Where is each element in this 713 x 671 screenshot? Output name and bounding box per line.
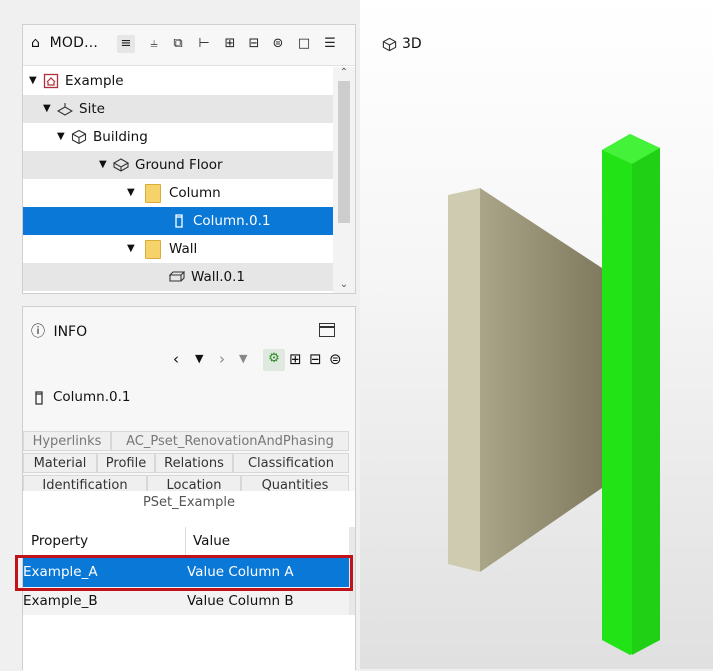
wall-side-face <box>448 188 480 572</box>
wall-icon <box>169 271 185 282</box>
project-icon <box>43 73 59 89</box>
scene <box>448 134 660 655</box>
folder-icon <box>145 240 161 259</box>
collapse-all-icon[interactable]: ⊟ <box>309 349 322 369</box>
expand-triangle-icon[interactable]: ▼ <box>127 179 135 207</box>
scroll-up-icon[interactable]: ⌃ <box>338 67 350 79</box>
panel-menu-icon[interactable]: ☰ <box>321 35 339 53</box>
tab-classification[interactable]: Classification <box>233 453 349 473</box>
hierarchy-icon[interactable]: ⊢ <box>195 35 213 53</box>
model-tree: ▼ Example ▼ Site ▼ Building ▼ Ground Flo… <box>23 67 333 293</box>
folder-icon <box>145 184 161 203</box>
pset-title: PSet_Example <box>142 495 236 510</box>
forward-dropdown-icon[interactable]: ▼ <box>239 349 247 369</box>
expand-all-icon[interactable]: ⊞ <box>289 349 302 369</box>
tree-item-column-folder[interactable]: ▼ Column <box>23 179 333 207</box>
tab-ac-pset-renovation[interactable]: AC_Pset_RenovationAndPhasing <box>111 431 349 451</box>
table-cell-property[interactable]: Example_B <box>23 587 98 615</box>
expand-triangle-icon[interactable]: ▼ <box>29 67 37 95</box>
table-row[interactable]: Example_B Value Column B <box>23 587 349 615</box>
property-table-area: PSet_Example Property Value Example_A Va… <box>15 491 355 671</box>
table-row[interactable]: Example_A Value Column A <box>23 557 349 587</box>
collapse-all-icon[interactable]: ⊟ <box>245 35 263 53</box>
table-cell-value[interactable]: Value Column B <box>187 587 294 615</box>
tab-profile[interactable]: Profile <box>97 453 155 473</box>
table-header-row: Property Value <box>23 527 349 556</box>
column-icon <box>35 391 43 405</box>
storey-icon <box>113 158 129 172</box>
maximize-icon[interactable]: □ <box>295 35 313 53</box>
expand-triangle-icon[interactable]: ▼ <box>57 123 65 151</box>
tree-item-column-0-1[interactable]: Column.0.1 <box>23 207 333 235</box>
expand-triangle-icon[interactable]: ▼ <box>43 95 51 123</box>
expand-triangle-icon[interactable]: ▼ <box>99 151 107 179</box>
tree-item-wall-folder[interactable]: ▼ Wall <box>23 235 333 263</box>
expand-all-icon[interactable]: ⊞ <box>221 35 239 53</box>
details-icon[interactable]: ⊜ <box>329 349 342 369</box>
forward-icon[interactable]: › <box>219 349 225 369</box>
model-panel-title: ⌂ MOD... <box>31 35 99 51</box>
tree-scrollbar[interactable]: ⌃ ⌄ <box>333 67 355 293</box>
column-header-value[interactable]: Value <box>193 527 230 555</box>
model-icon: ⌂ <box>31 35 41 51</box>
wall-front-face <box>480 188 602 572</box>
table-cell-property[interactable]: Example_A <box>23 558 98 586</box>
table-scrollbar[interactable] <box>349 527 355 615</box>
layers-icon[interactable]: ⧉ <box>169 35 187 53</box>
expand-triangle-icon[interactable]: ▼ <box>127 235 135 263</box>
site-icon <box>57 103 73 116</box>
link-selection-icon[interactable]: ⚙ <box>263 349 285 371</box>
details-icon[interactable]: ⊜ <box>269 35 287 53</box>
tree-item-example[interactable]: ▼ Example <box>23 67 333 95</box>
model-panel: ⌂ MOD... ≡ ⫨ ⧉ ⊢ ⊞ ⊟ ⊜ □ ☰ ▼ Example ▼ S… <box>22 24 356 294</box>
tree-item-ground-floor[interactable]: ▼ Ground Floor <box>23 151 333 179</box>
tab-hyperlinks[interactable]: Hyperlinks <box>23 431 111 451</box>
info-panel-title: ⓘ INFO <box>31 321 87 341</box>
model-panel-header: ⌂ MOD... ≡ ⫨ ⧉ ⊢ ⊞ ⊟ ⊜ □ ☰ <box>23 25 355 66</box>
tree-view-icon[interactable]: ≡ <box>117 35 135 53</box>
tree-item-wall-0-1[interactable]: Wall.0.1 <box>23 263 333 291</box>
building-icon <box>71 129 87 145</box>
table-cell-value[interactable]: Value Column A <box>187 558 294 586</box>
tree-item-site[interactable]: ▼ Site <box>23 95 333 123</box>
structure-icon[interactable]: ⫨ <box>145 35 163 53</box>
info-icon: ⓘ <box>31 324 45 340</box>
maximize-icon[interactable] <box>319 323 335 337</box>
3d-viewport[interactable]: 3D <box>360 0 713 669</box>
back-icon[interactable]: ‹ <box>173 349 179 369</box>
column-3d[interactable] <box>602 134 660 655</box>
column-header-property[interactable]: Property <box>31 527 88 555</box>
column-side-face <box>632 148 660 655</box>
scroll-down-icon[interactable]: ⌄ <box>338 279 350 291</box>
tab-relations[interactable]: Relations <box>155 453 233 473</box>
wall-3d[interactable] <box>448 188 602 572</box>
back-dropdown-icon[interactable]: ▼ <box>195 349 203 369</box>
column-icon <box>175 214 183 228</box>
info-panel: ⓘ INFO ‹ ▼ › ▼ ⚙ ⊞ ⊟ ⊜ Column.0.1 Hyperl… <box>15 306 356 671</box>
scrollbar-thumb[interactable] <box>338 81 350 223</box>
tree-item-building[interactable]: ▼ Building <box>23 123 333 151</box>
tab-material[interactable]: Material <box>23 453 97 473</box>
